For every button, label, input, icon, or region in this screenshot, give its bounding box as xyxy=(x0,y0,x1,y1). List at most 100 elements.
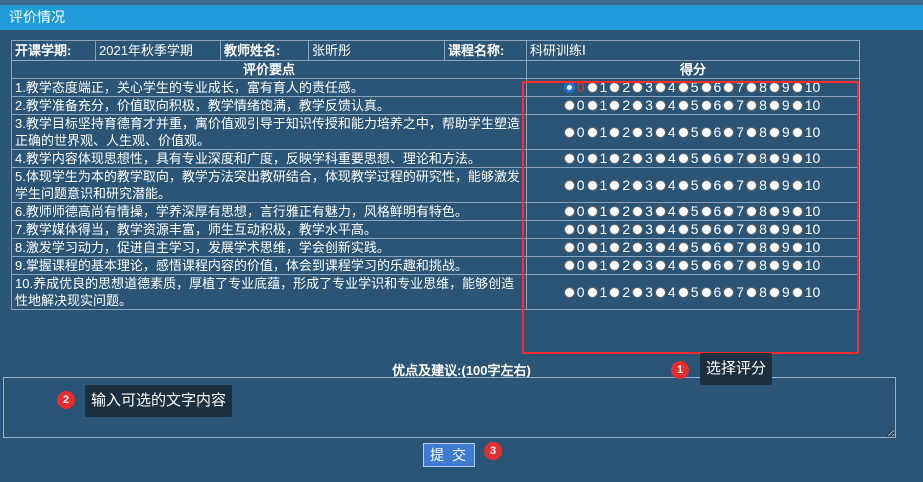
radio-button[interactable] xyxy=(768,242,780,253)
radio-button[interactable] xyxy=(563,126,575,138)
radio-button[interactable] xyxy=(700,179,712,191)
score-option[interactable]: 2 xyxy=(609,203,630,220)
radio-button[interactable] xyxy=(586,206,598,217)
radio-button[interactable] xyxy=(677,206,689,217)
score-option[interactable]: 2 xyxy=(609,79,630,96)
score-option[interactable]: 5 xyxy=(677,97,699,114)
radio-button[interactable] xyxy=(791,153,803,164)
score-option[interactable]: 7 xyxy=(723,150,744,167)
score-option[interactable]: 8 xyxy=(746,284,767,301)
radio-button[interactable] xyxy=(609,286,621,298)
radio-button[interactable] xyxy=(791,82,803,93)
score-option[interactable]: 4 xyxy=(654,150,676,167)
score-option[interactable]: 2 xyxy=(609,284,630,301)
score-option[interactable]: 3 xyxy=(632,257,653,274)
score-option[interactable]: 0 xyxy=(563,150,585,167)
score-option[interactable]: 4 xyxy=(654,221,676,238)
score-option[interactable]: 1 xyxy=(586,79,607,96)
score-option[interactable]: 1 xyxy=(586,257,607,274)
radio-button[interactable] xyxy=(700,286,712,298)
radio-button[interactable] xyxy=(677,179,689,191)
score-option[interactable]: 10 xyxy=(791,150,820,167)
score-option[interactable]: 6 xyxy=(700,203,721,220)
score-option[interactable]: 1 xyxy=(586,284,607,301)
radio-button[interactable] xyxy=(654,82,666,93)
radio-button[interactable] xyxy=(632,242,644,253)
score-option[interactable]: 1 xyxy=(586,203,607,220)
radio-button[interactable] xyxy=(586,224,598,235)
score-option[interactable]: 6 xyxy=(700,239,721,256)
score-option[interactable]: 5 xyxy=(677,284,699,301)
score-option[interactable]: 8 xyxy=(746,124,767,141)
score-option[interactable]: 10 xyxy=(791,221,820,238)
radio-button[interactable] xyxy=(723,224,735,235)
score-option[interactable]: 2 xyxy=(609,221,630,238)
radio-button[interactable] xyxy=(768,179,780,191)
radio-button[interactable] xyxy=(654,242,666,253)
radio-button[interactable] xyxy=(609,206,621,217)
radio-button[interactable] xyxy=(677,224,689,235)
score-option[interactable]: 4 xyxy=(654,97,676,114)
radio-button[interactable] xyxy=(609,179,621,191)
radio-button[interactable] xyxy=(563,206,575,217)
radio-button[interactable] xyxy=(723,260,735,271)
radio-button[interactable] xyxy=(791,126,803,138)
radio-button[interactable] xyxy=(586,179,598,191)
score-option[interactable]: 6 xyxy=(700,284,721,301)
score-option[interactable]: 0 xyxy=(563,203,585,220)
radio-button[interactable] xyxy=(563,179,575,191)
radio-button[interactable] xyxy=(723,153,735,164)
score-option[interactable]: 5 xyxy=(677,257,699,274)
radio-button[interactable] xyxy=(723,100,735,111)
radio-button[interactable] xyxy=(700,224,712,235)
score-option[interactable]: 1 xyxy=(586,177,607,194)
radio-button[interactable] xyxy=(723,179,735,191)
score-option[interactable]: 9 xyxy=(768,239,790,256)
score-option[interactable]: 5 xyxy=(677,239,699,256)
radio-button[interactable] xyxy=(723,242,735,253)
score-option[interactable]: 10 xyxy=(791,203,820,220)
score-option[interactable]: 2 xyxy=(609,97,630,114)
radio-button[interactable] xyxy=(746,224,758,235)
radio-button[interactable] xyxy=(723,206,735,217)
score-option[interactable]: 8 xyxy=(746,177,767,194)
radio-button[interactable] xyxy=(609,153,621,164)
radio-button[interactable] xyxy=(791,260,803,271)
radio-button[interactable] xyxy=(586,286,598,298)
score-option[interactable]: 9 xyxy=(768,257,790,274)
score-option[interactable]: 10 xyxy=(791,239,820,256)
score-option[interactable]: 9 xyxy=(768,221,790,238)
radio-button[interactable] xyxy=(632,179,644,191)
radio-button[interactable] xyxy=(654,153,666,164)
score-option[interactable]: 5 xyxy=(677,124,699,141)
score-option[interactable]: 3 xyxy=(632,150,653,167)
score-option[interactable]: 7 xyxy=(723,203,744,220)
score-option[interactable]: 10 xyxy=(791,177,820,194)
radio-button[interactable] xyxy=(609,126,621,138)
score-option[interactable]: 7 xyxy=(723,284,744,301)
radio-button[interactable] xyxy=(654,206,666,217)
score-option[interactable]: 8 xyxy=(746,97,767,114)
radio-button[interactable] xyxy=(654,286,666,298)
score-option[interactable]: 10 xyxy=(791,97,820,114)
radio-button[interactable] xyxy=(677,286,689,298)
score-option[interactable]: 7 xyxy=(723,97,744,114)
score-option[interactable]: 10 xyxy=(791,124,820,141)
radio-button[interactable] xyxy=(632,224,644,235)
score-option[interactable]: 1 xyxy=(586,124,607,141)
score-option[interactable]: 7 xyxy=(723,177,744,194)
radio-button[interactable] xyxy=(654,260,666,271)
radio-button[interactable] xyxy=(609,100,621,111)
score-option[interactable]: 10 xyxy=(791,79,820,96)
radio-button[interactable] xyxy=(768,100,780,111)
radio-button[interactable] xyxy=(768,82,780,93)
radio-button[interactable] xyxy=(563,286,575,298)
score-option[interactable]: 9 xyxy=(768,150,790,167)
score-option[interactable]: 9 xyxy=(768,177,790,194)
radio-button[interactable] xyxy=(586,260,598,271)
score-option[interactable]: 7 xyxy=(723,124,744,141)
radio-button[interactable] xyxy=(746,82,758,93)
radio-button[interactable] xyxy=(746,206,758,217)
radio-button[interactable] xyxy=(563,242,575,253)
radio-button[interactable] xyxy=(677,126,689,138)
